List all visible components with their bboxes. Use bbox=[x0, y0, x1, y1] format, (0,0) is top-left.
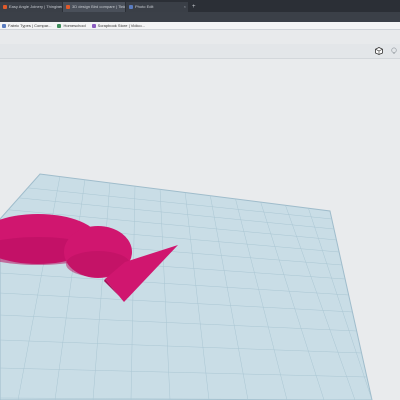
bookmark-icon bbox=[91, 23, 96, 28]
workplane bbox=[0, 173, 373, 400]
browser-tab[interactable]: 3D design Bird compare | Tinkercad × bbox=[63, 2, 125, 12]
bookmark-icon bbox=[57, 23, 62, 28]
tab-label: 3D design Bird compare | Tinkercad bbox=[72, 4, 125, 9]
tab-label: Photo Edit bbox=[135, 4, 154, 9]
bookmark-label: Scrapbook Store | Vidico... bbox=[97, 23, 145, 28]
bookmarks-bar: Fabric Types | Compar... Homeschool Scra… bbox=[0, 22, 400, 30]
bookmark-label: Fabric Types | Compar... bbox=[8, 23, 52, 28]
close-icon[interactable]: × bbox=[184, 2, 186, 12]
bookmark-icon bbox=[2, 23, 6, 28]
address-bar[interactable] bbox=[0, 12, 400, 22]
bookmark-label: Homeschool bbox=[63, 23, 86, 28]
tab-label: Easy Angle Joinery | Thingiverse.com bbox=[9, 4, 62, 9]
photo-favicon-icon bbox=[129, 5, 133, 9]
browser-tab-bar: Easy Angle Joinery | Thingiverse.com × 3… bbox=[0, 0, 400, 12]
workplane-scene bbox=[0, 173, 373, 400]
close-icon[interactable]: × bbox=[121, 2, 123, 12]
browser-tab[interactable]: Photo Edit × bbox=[126, 2, 188, 12]
new-tab-button[interactable]: + bbox=[189, 2, 199, 12]
browser-tab[interactable]: Easy Angle Joinery | Thingiverse.com × bbox=[0, 2, 62, 12]
tinkercad-favicon-icon bbox=[66, 5, 70, 9]
app-toolbar bbox=[0, 44, 400, 59]
bookmark-item[interactable]: Homeschool bbox=[57, 23, 86, 28]
thingiverse-favicon-icon bbox=[3, 5, 7, 9]
bookmark-item[interactable]: Scrapbook Store | Vidico... bbox=[91, 23, 145, 28]
view-cube-icon[interactable] bbox=[375, 47, 383, 55]
close-icon[interactable]: × bbox=[58, 2, 60, 12]
3d-viewport[interactable] bbox=[0, 59, 400, 400]
bookmark-item[interactable]: Fabric Types | Compar... bbox=[2, 23, 51, 28]
lightbulb-icon[interactable] bbox=[390, 47, 398, 55]
